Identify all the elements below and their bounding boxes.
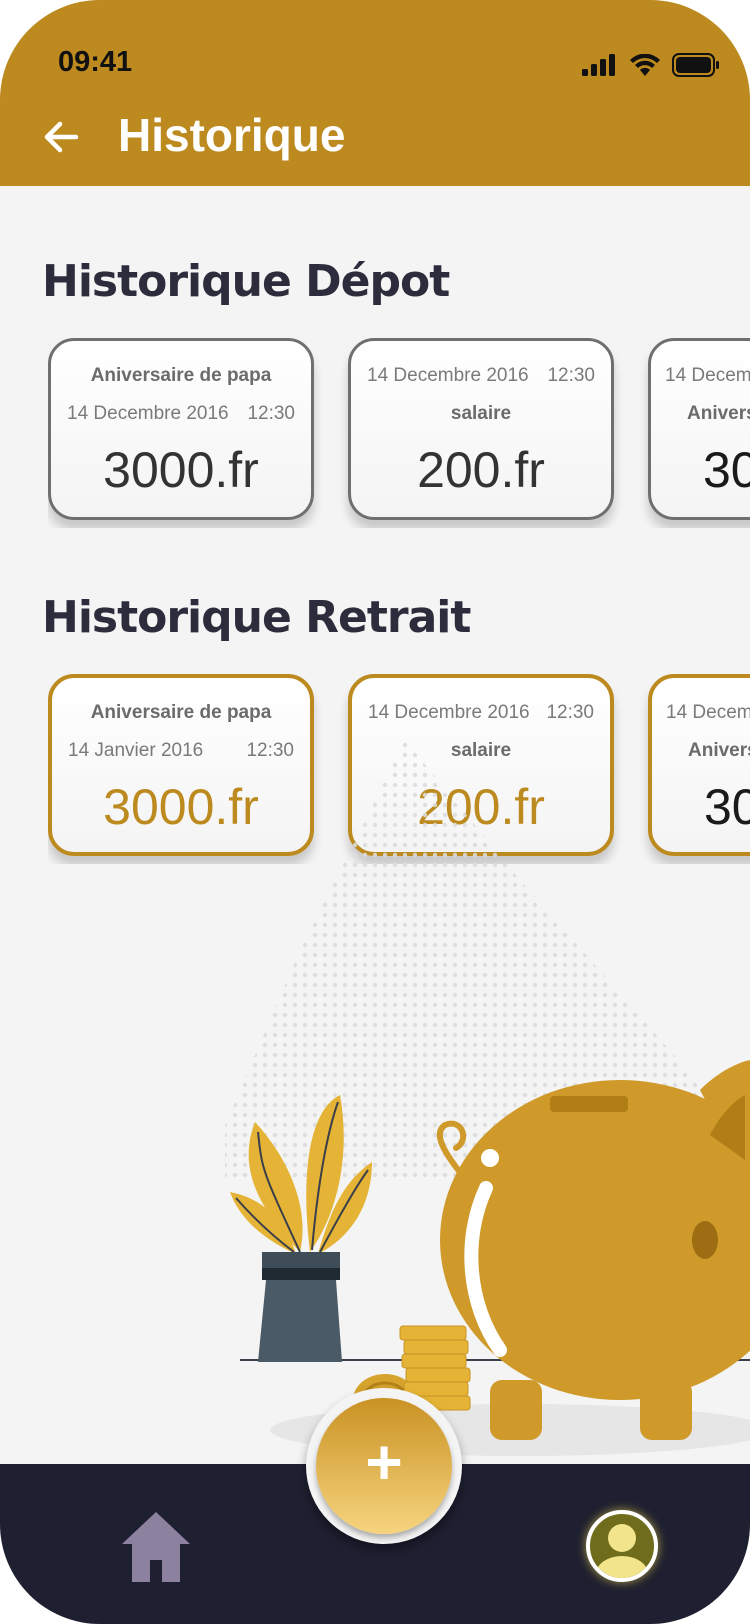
- phone-screen: 09:41 Historique Historique Dépot Aniver…: [0, 0, 750, 1624]
- signal-icon: [582, 54, 615, 76]
- home-icon: [122, 1512, 190, 1582]
- card-label: Aniversaire de papa: [90, 365, 272, 386]
- card-time: 12:30: [247, 403, 295, 424]
- back-button[interactable]: [40, 114, 86, 160]
- card-date: 14 Decembre 2016: [67, 403, 229, 424]
- card-amount: 30: [703, 442, 750, 498]
- card-label: salaire: [450, 403, 512, 424]
- depot-card[interactable]: 14 Decem Anivers 30: [648, 338, 750, 520]
- card-date: 14 Decem: [665, 365, 750, 386]
- page-title: Historique: [118, 109, 346, 161]
- card-datetime: 14 Decembre 2016 12:30: [352, 702, 610, 724]
- plus-icon: +: [365, 1426, 403, 1498]
- card-label: Anivers: [687, 403, 750, 424]
- depot-card[interactable]: 14 Decembre 2016 12:30 salaire 200.fr: [348, 338, 614, 520]
- battery-icon: [672, 53, 719, 77]
- status-icons: [582, 52, 720, 78]
- retrait-section-title: Historique Retrait: [42, 592, 471, 643]
- card-amount: 3000.fr: [103, 442, 259, 498]
- profile-tab-button[interactable]: [586, 1510, 658, 1582]
- header: 09:41 Historique: [0, 0, 750, 186]
- card-datetime: 14 Decembre 2016 12:30: [51, 403, 311, 425]
- card-datetime: 14 Decembre 2016 12:30: [351, 365, 611, 387]
- depot-section-title: Historique Dépot: [42, 256, 450, 307]
- depot-cards-row[interactable]: Aniversaire de papa 14 Decembre 2016 12:…: [48, 338, 750, 528]
- wifi-icon: [630, 54, 660, 76]
- card-time: 12:30: [547, 365, 595, 386]
- card-date: 14 Decembre 2016: [367, 365, 529, 386]
- profile-icon: [596, 1524, 648, 1578]
- home-tab-button[interactable]: [118, 1508, 194, 1584]
- status-time: 09:41: [58, 46, 133, 78]
- add-button[interactable]: +: [316, 1398, 452, 1534]
- card-date: 14 Decem: [666, 702, 750, 723]
- card-time: 12:30: [546, 702, 594, 723]
- card-amount: 200.fr: [417, 442, 545, 498]
- card-label: Aniversaire de papa: [90, 702, 272, 723]
- piggy-bank-illustration: [225, 740, 750, 1456]
- depot-card[interactable]: Aniversaire de papa 14 Decembre 2016 12:…: [48, 338, 314, 520]
- card-date: 14 Decembre 2016: [368, 702, 530, 723]
- back-arrow-icon: [44, 121, 79, 153]
